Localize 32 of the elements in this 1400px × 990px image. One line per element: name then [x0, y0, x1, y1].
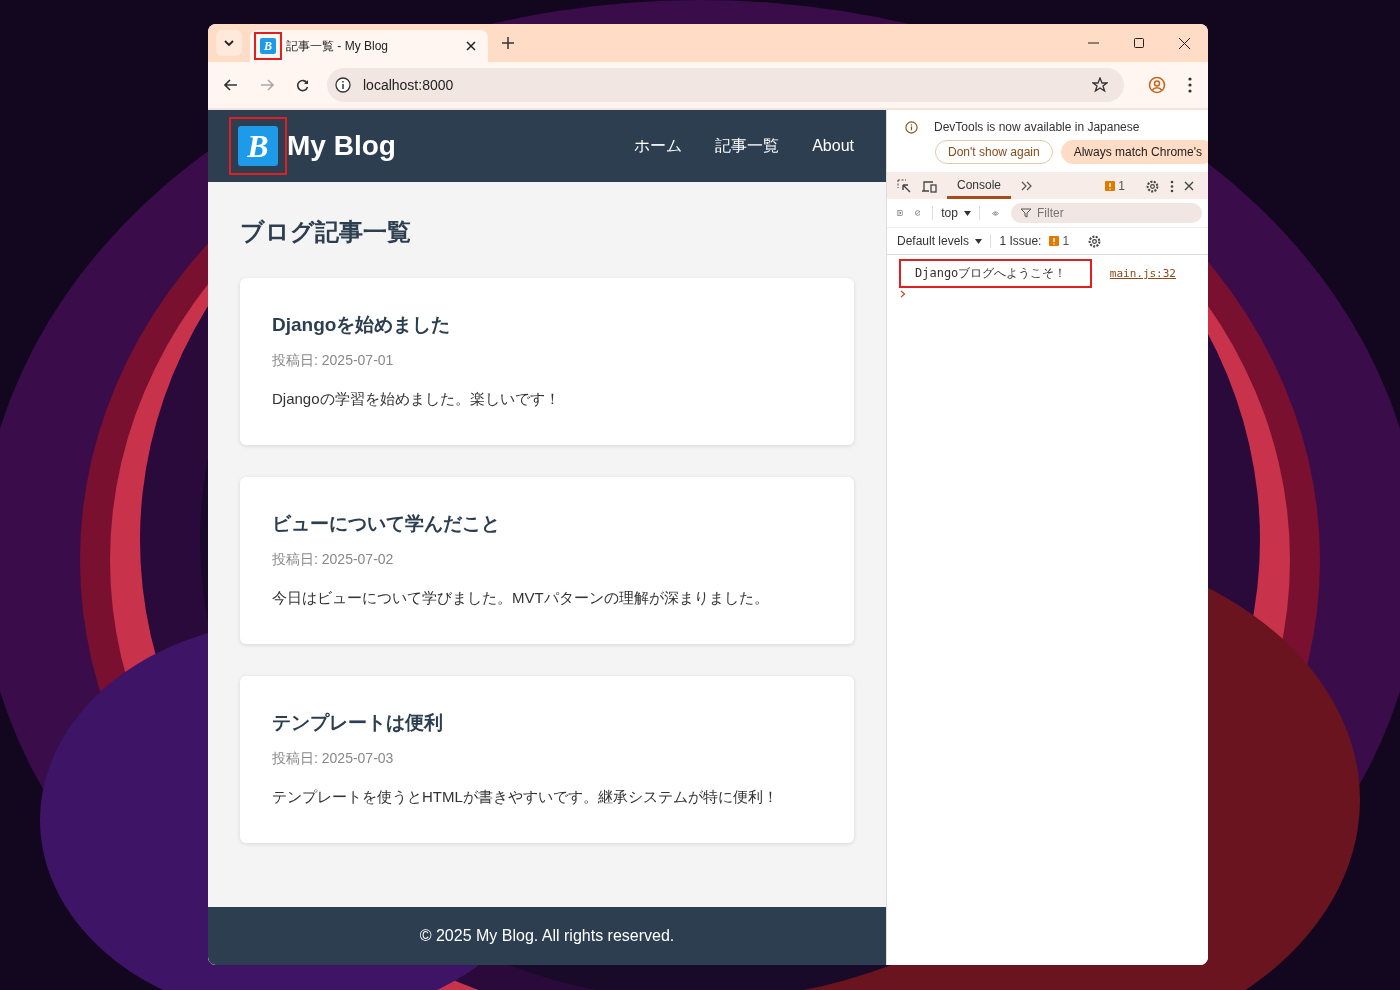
site-title[interactable]: My Blog: [287, 130, 396, 162]
nav-link[interactable]: ホーム: [634, 135, 683, 157]
post-body: 今日はビューについて学びました。MVTパターンの理解が深まりました。: [272, 589, 770, 608]
nav-link[interactable]: 記事一覧: [715, 135, 780, 157]
address-bar[interactable]: localhost:8000: [327, 68, 1124, 102]
issues-label[interactable]: 1 Issue:: [990, 234, 1042, 248]
page-heading: ブログ記事一覧: [240, 217, 412, 247]
notice-button[interactable]: Always match Chrome's: [1060, 140, 1208, 164]
console-message: Djangoブログへようこそ！: [901, 261, 1091, 286]
post-title[interactable]: テンプレートは便利: [272, 710, 838, 736]
url-text: localhost:8000: [363, 77, 454, 93]
levels-dropdown[interactable]: Default levels: [897, 234, 983, 248]
footer-text: © 2025 My Blog. All rights reserved.: [419, 927, 675, 945]
notice-text: DevTools is now available in Japanese: [934, 120, 1140, 134]
devtools-tab[interactable]: Console: [947, 173, 1012, 199]
issue-badge[interactable]: 1: [1049, 234, 1070, 248]
post-body: テンプレートを使うとHTMLが書きやすいです。継承システムが特に便利！: [272, 788, 779, 807]
context-dropdown[interactable]: top: [932, 206, 981, 220]
tab-title: 記事一覧 - My Blog: [286, 37, 389, 55]
browser-tab[interactable]: B 記事一覧 - My Blog: [250, 30, 488, 62]
post-title[interactable]: ビューについて学んだこと: [272, 511, 838, 537]
post-body: Djangoの学習を始めました。楽しいです！: [272, 390, 561, 409]
notice-button[interactable]: Don't show again: [935, 140, 1053, 164]
post-date: 投稿日: 2025-07-03: [272, 750, 395, 768]
nav-link[interactable]: About: [812, 137, 854, 155]
post-date: 投稿日: 2025-07-01: [272, 352, 395, 370]
issue-badge[interactable]: 1: [1105, 179, 1125, 193]
post-date: 投稿日: 2025-07-02: [272, 551, 395, 569]
filter-field[interactable]: Filter: [1011, 203, 1202, 223]
post-title[interactable]: Djangoを始めました: [272, 312, 838, 338]
favicon: B: [260, 38, 276, 54]
source-link[interactable]: main.js:32: [1109, 267, 1176, 280]
